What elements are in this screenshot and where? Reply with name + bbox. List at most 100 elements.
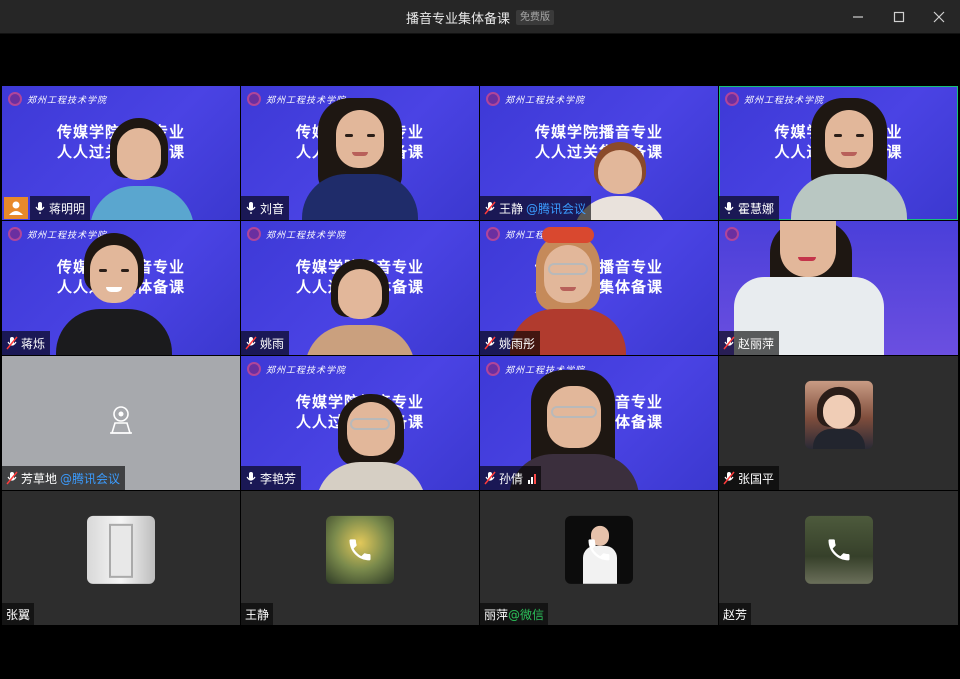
participant-name: 王静 xyxy=(499,201,524,216)
participant-video xyxy=(789,92,909,220)
school-logo: 郑州工程技术学院 xyxy=(486,92,585,106)
video-tile-avatar[interactable]: 张翼 xyxy=(2,491,240,625)
webcam-icon xyxy=(110,406,132,434)
school-name: 郑州工程技术学院 xyxy=(27,95,108,106)
school-logo: 郑州工程技术学院 xyxy=(247,227,346,241)
name-tag: 赵芳 xyxy=(719,603,752,625)
microphone-icon xyxy=(723,201,735,215)
video-tile-phone[interactable]: 王静 xyxy=(241,491,479,625)
name-tag: 孙倩 xyxy=(480,466,542,490)
school-seal-icon xyxy=(486,362,500,376)
phone-icon xyxy=(828,539,849,561)
school-name: 郑州工程技术学院 xyxy=(266,365,347,376)
video-tile-camera-off[interactable]: 芳草地 @腾讯会议 xyxy=(2,356,240,490)
participant-source: @微信 xyxy=(508,607,545,622)
participant-video xyxy=(305,257,415,355)
video-tile[interactable]: 郑州工程技术学院 传媒学院播音专业人人过关集体备课 孙倩 xyxy=(480,356,718,490)
microphone-icon xyxy=(245,201,257,215)
school-seal-icon xyxy=(247,227,261,241)
microphone-muted-icon xyxy=(484,471,496,485)
school-logo: 郑州工程技术学院 xyxy=(8,92,107,106)
name-tag: 赵丽萍 xyxy=(719,331,780,355)
microphone-muted-icon xyxy=(245,336,257,350)
video-tile-avatar[interactable]: 张国平 xyxy=(719,356,958,490)
school-logo: 郑州工程技术学院 xyxy=(247,362,346,376)
microphone-muted-icon xyxy=(723,336,735,350)
participant-name: 蒋烁 xyxy=(21,336,46,351)
participant-name: 刘音 xyxy=(260,201,285,216)
video-tile[interactable]: 郑州工程技术学院 传媒学院播音专业人人过关集体备课 姚雨彤 xyxy=(480,221,718,355)
participant-source: @腾讯会议 xyxy=(526,201,587,216)
video-tile[interactable]: 郑州工程技术学院 传媒学院播音专业人人过关集体备课 王静@腾讯会议 xyxy=(480,86,718,220)
video-tile-phone[interactable]: 赵芳 xyxy=(719,491,958,625)
participant-video xyxy=(300,92,420,220)
name-tag: 张翼 xyxy=(2,603,35,625)
slide-line-1: 传媒学院播音专业 xyxy=(534,123,663,141)
participant-name: 张国平 xyxy=(738,471,775,486)
video-tile[interactable]: 郑州工程技术学院 传媒学院播音专业人人过关集体备课 蒋明明 xyxy=(2,86,240,220)
participant-name: 芳草地 xyxy=(21,471,58,486)
video-tile-active-speaker[interactable]: 郑州工程技术学院 传媒学院播音专业人人过关集体备课 霍慧娜 xyxy=(719,86,958,220)
title-bar: 播音专业集体备课 免费版 xyxy=(0,0,960,34)
participant-avatar xyxy=(565,515,633,584)
school-seal-icon xyxy=(725,92,739,106)
name-tag: 张国平 xyxy=(719,466,780,490)
participant-source: @腾讯会议 xyxy=(60,471,121,486)
close-icon xyxy=(933,11,945,23)
participant-name: 张翼 xyxy=(6,607,31,622)
participant-name: 李艳芳 xyxy=(260,471,297,486)
school-seal-icon xyxy=(247,362,261,376)
minimize-button[interactable] xyxy=(838,0,878,34)
school-seal-icon xyxy=(247,92,261,106)
host-user-icon xyxy=(9,201,23,215)
phone-icon xyxy=(349,539,371,561)
microphone-icon xyxy=(245,471,257,485)
participant-video xyxy=(90,114,194,220)
participant-name: 丽萍 xyxy=(484,607,509,622)
participant-video xyxy=(316,392,426,490)
name-tag: 姚雨 xyxy=(241,331,290,355)
name-tag: 蒋明明 xyxy=(30,196,91,220)
video-grid: 郑州工程技术学院 传媒学院播音专业人人过关集体备课 蒋明明 郑州工程技术学院 传… xyxy=(2,86,958,626)
microphone-muted-icon xyxy=(484,336,496,350)
video-tile[interactable]: 郑州工程技术学院 传媒学院播音专业人人过关集体备课 姚雨 xyxy=(241,221,479,355)
maximize-icon xyxy=(893,11,905,23)
microphone-muted-icon xyxy=(723,471,735,485)
video-tile-phone[interactable]: 丽萍 @微信 xyxy=(480,491,718,625)
microphone-muted-icon xyxy=(6,336,18,350)
school-seal-icon xyxy=(8,92,22,106)
video-tile[interactable]: 郑州工程技术学院 传媒学院播音专业人人过关集体备课 蒋烁 xyxy=(2,221,240,355)
school-name: 郑州工程技术学院 xyxy=(266,230,347,241)
maximize-button[interactable] xyxy=(879,0,919,34)
video-tile[interactable]: 郑州工程技术学院 传媒学院播音专业人人过关集体备课 刘音 xyxy=(241,86,479,220)
participant-name: 王静 xyxy=(245,607,270,622)
participant-name: 姚雨 xyxy=(260,336,285,351)
meeting-title: 播音专业集体备课 xyxy=(405,11,510,27)
participant-name: 蒋明明 xyxy=(49,201,86,216)
participant-name: 霍慧娜 xyxy=(738,201,775,216)
name-tag: 丽萍 @微信 xyxy=(480,603,549,625)
participant-avatar xyxy=(804,380,873,449)
minimize-icon xyxy=(853,16,863,18)
video-tile[interactable]: 赵丽萍 xyxy=(719,221,958,355)
name-tag: 王静 @腾讯会议 xyxy=(480,196,592,220)
participant-name: 赵丽萍 xyxy=(738,336,775,351)
name-tag: 姚雨彤 xyxy=(480,331,541,355)
video-tile[interactable]: 郑州工程技术学院 传媒学院播音专业人人过关集体备课 李艳芳 xyxy=(241,356,479,490)
host-badge xyxy=(4,197,28,219)
participant-video xyxy=(54,227,174,355)
window-title-area: 播音专业集体备课 免费版 xyxy=(0,0,960,34)
close-window-button[interactable] xyxy=(919,0,959,34)
participant-avatar xyxy=(804,515,873,584)
edition-badge: 免费版 xyxy=(516,9,554,25)
school-seal-icon xyxy=(486,92,500,106)
network-signal-icon xyxy=(528,472,537,484)
school-seal-icon xyxy=(486,227,500,241)
microphone-muted-icon xyxy=(6,471,18,485)
microphone-muted-icon xyxy=(484,201,496,215)
phone-icon xyxy=(588,539,610,561)
school-seal-icon xyxy=(8,227,22,241)
name-tag: 李艳芳 xyxy=(241,466,302,490)
participant-avatar xyxy=(326,515,394,584)
microphone-icon xyxy=(34,201,46,215)
